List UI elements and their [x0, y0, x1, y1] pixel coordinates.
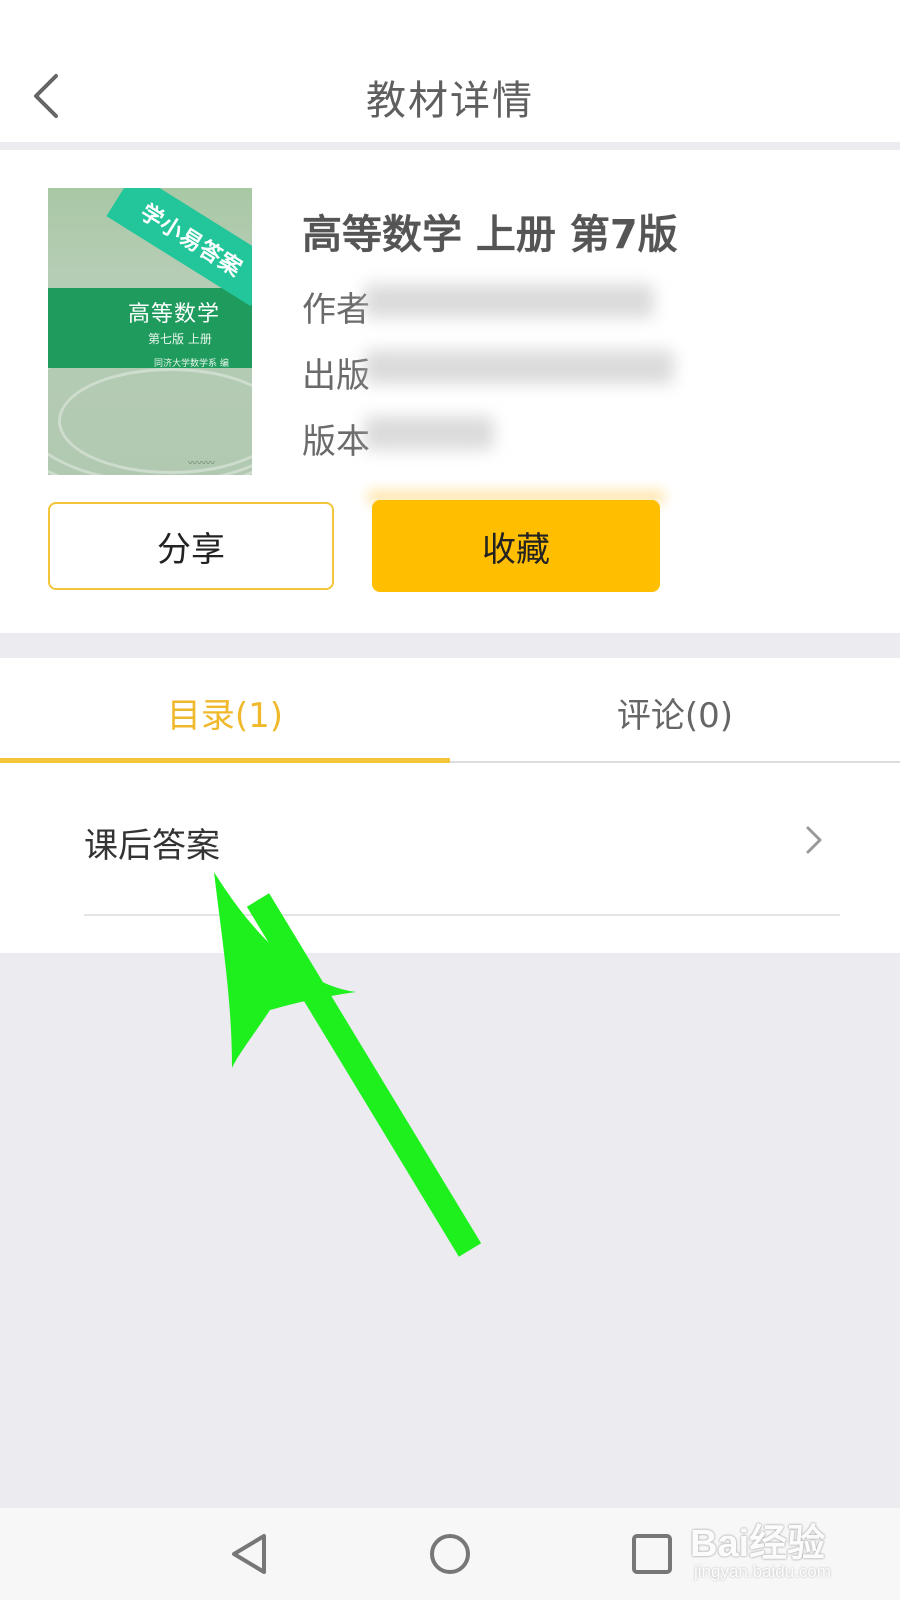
header-divider: [0, 142, 900, 150]
tab-comments[interactable]: 评论(0): [450, 688, 900, 737]
cover-authors: 同济大学数学系 编: [154, 359, 229, 369]
catalog-panel: 目录(1) 评论(0) 课后答案: [0, 658, 900, 953]
triangle-back-icon[interactable]: [222, 1526, 278, 1582]
redacted-edition: [364, 416, 494, 450]
circle-home-icon[interactable]: [422, 1526, 478, 1582]
catalog-item-answers[interactable]: 课后答案: [84, 818, 840, 918]
catalog-item-label: 课后答案: [84, 826, 220, 866]
watermark-text: Bai经验: [690, 1523, 826, 1565]
tab-catalog[interactable]: 目录(1): [0, 688, 450, 737]
tab-active-indicator: [0, 758, 450, 763]
redacted-author: [364, 284, 654, 318]
meta-publisher-label: 出版: [302, 356, 370, 396]
share-button[interactable]: 分享: [48, 502, 334, 590]
redacted-publisher: [364, 350, 674, 384]
meta-edition-label: 版本: [302, 422, 370, 462]
watermark-sub: jingyan.baidu.com: [694, 1562, 832, 1581]
cover-band: 高等数学 第七版 上册 同济大学数学系 编: [48, 288, 252, 369]
book-title: 高等数学 上册 第7版: [302, 212, 678, 258]
baidu-watermark: Bai经验 jingyan.baidu.com: [690, 1512, 890, 1592]
book-detail-panel: 高等数学 第七版 上册 同济大学数学系 编 学小易答案 〰〰〰 高等数学 上册 …: [0, 150, 900, 633]
cover-publisher-logo: 〰〰〰: [188, 459, 216, 469]
meta-author-label: 作者: [302, 290, 370, 330]
cover-ribbon-text: 学小易答案: [135, 200, 247, 283]
top-bar: 教材详情: [0, 0, 900, 144]
cover-title: 高等数学: [128, 302, 221, 327]
meta-edition-row: 版本: [302, 414, 370, 463]
meta-publisher-row: 出版: [302, 348, 370, 397]
list-divider: [84, 914, 840, 916]
favorite-button[interactable]: 收藏: [372, 500, 660, 592]
chevron-right-icon: [806, 826, 822, 854]
book-cover[interactable]: 高等数学 第七版 上册 同济大学数学系 编 学小易答案 〰〰〰: [48, 188, 252, 475]
page-title: 教材详情: [366, 78, 534, 124]
cover-edition: 第七版 上册: [148, 332, 212, 346]
square-recents-icon[interactable]: [624, 1526, 680, 1582]
meta-author-row: 作者: [302, 282, 370, 331]
